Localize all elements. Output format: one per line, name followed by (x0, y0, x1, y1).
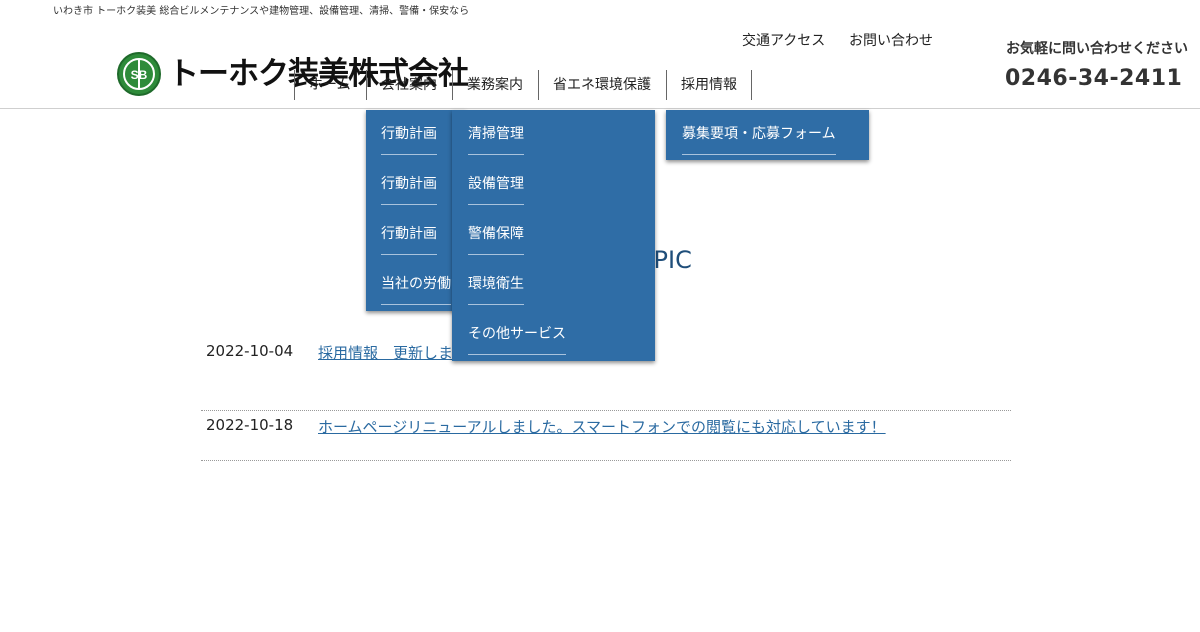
contact-cta-label: お気軽に問い合わせください (1006, 41, 1188, 57)
news-date: 2022-10-18 (206, 416, 294, 434)
news-link[interactable]: ホームページリニューアルしました。スマートフォンでの閲覧にも対応しています！ (318, 416, 886, 437)
dropdown-item-labor[interactable]: 当社の労働 (381, 260, 451, 310)
dropdown-item-cleaning[interactable]: 清掃管理 (468, 110, 524, 160)
services-dropdown-menu: 清掃管理 設備管理 警備保障 環境衛生 その他サービス (452, 110, 655, 361)
nav-item-recruit[interactable]: 採用情報 (666, 70, 752, 100)
dropdown-item-action-plan-2[interactable]: 行動計画 (381, 160, 437, 210)
dropdown-item-action-plan-3[interactable]: 行動計画 (381, 210, 437, 260)
nav-item-company[interactable]: 会社案内 (366, 70, 452, 100)
company-dropdown-menu: 行動計画 行動計画 行動計画 当社の労働 (366, 110, 466, 311)
access-link[interactable]: 交通アクセス (742, 30, 825, 50)
phone-number[interactable]: 0246-34-2411 (1005, 66, 1182, 91)
dropdown-item-action-plan-1[interactable]: 行動計画 (381, 110, 437, 160)
logo-emblem-icon: SB (117, 52, 161, 96)
contact-link[interactable]: お問い合わせ (849, 30, 933, 50)
recruit-dropdown-menu: 募集要項・応募フォーム (666, 110, 869, 160)
site-tagline: いわき市 トーホク装美 総合ビルメンテナンスや建物管理、設備管理、清掃、警備・保… (53, 6, 470, 17)
logo-mark-text: SB (131, 68, 148, 82)
dropdown-item-other[interactable]: その他サービス (468, 310, 566, 360)
dropdown-item-hygiene[interactable]: 環境衛生 (468, 260, 524, 310)
news-date: 2022-10-04 (206, 342, 294, 360)
dropdown-item-facility[interactable]: 設備管理 (468, 160, 524, 210)
nav-item-services[interactable]: 業務案内 (452, 70, 538, 100)
dropdown-item-security[interactable]: 警備保障 (468, 210, 524, 260)
dropdown-item-job-form[interactable]: 募集要項・応募フォーム (682, 110, 836, 160)
nav-item-eco[interactable]: 省エネ環境保護 (538, 70, 666, 100)
header-divider (0, 108, 1200, 109)
news-row: 2022-10-18 ホームページリニューアルしました。スマートフォンでの閲覧に… (201, 392, 1011, 461)
nav-item-home[interactable]: ホーム (294, 70, 366, 100)
